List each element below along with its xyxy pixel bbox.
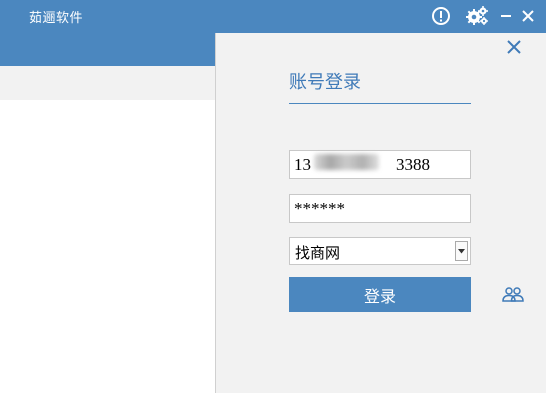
minimize-icon <box>501 15 511 17</box>
window-close-button[interactable] <box>518 6 538 26</box>
platform-select[interactable]: 找商网 <box>289 237 471 265</box>
close-x-icon <box>507 40 521 54</box>
platform-select-value: 找商网 <box>295 244 341 262</box>
user-switch-button[interactable] <box>502 286 524 304</box>
users-icon <box>502 287 524 302</box>
minimize-button[interactable] <box>496 6 516 26</box>
login-panel: 账号登录 找商网 登录 <box>215 33 546 393</box>
gear-icon <box>466 6 488 25</box>
blurred-digits <box>314 154 379 170</box>
toolbar-strip <box>0 66 215 100</box>
login-panel-close-button[interactable] <box>504 37 524 57</box>
login-button[interactable]: 登录 <box>289 277 471 312</box>
title-underline <box>289 103 471 104</box>
header-band <box>0 33 215 66</box>
dropdown-arrow[interactable] <box>455 241 468 261</box>
close-icon <box>522 10 534 22</box>
settings-button[interactable] <box>464 6 490 26</box>
content-area <box>0 100 215 393</box>
title-bar: 茹逦软件 <box>0 0 546 33</box>
info-button[interactable] <box>430 6 452 26</box>
chevron-down-icon <box>458 248 465 253</box>
app-title: 茹逦软件 <box>29 11 84 26</box>
login-title: 账号登录 <box>289 72 361 93</box>
info-circle-icon <box>432 7 450 25</box>
password-input[interactable] <box>289 194 471 223</box>
